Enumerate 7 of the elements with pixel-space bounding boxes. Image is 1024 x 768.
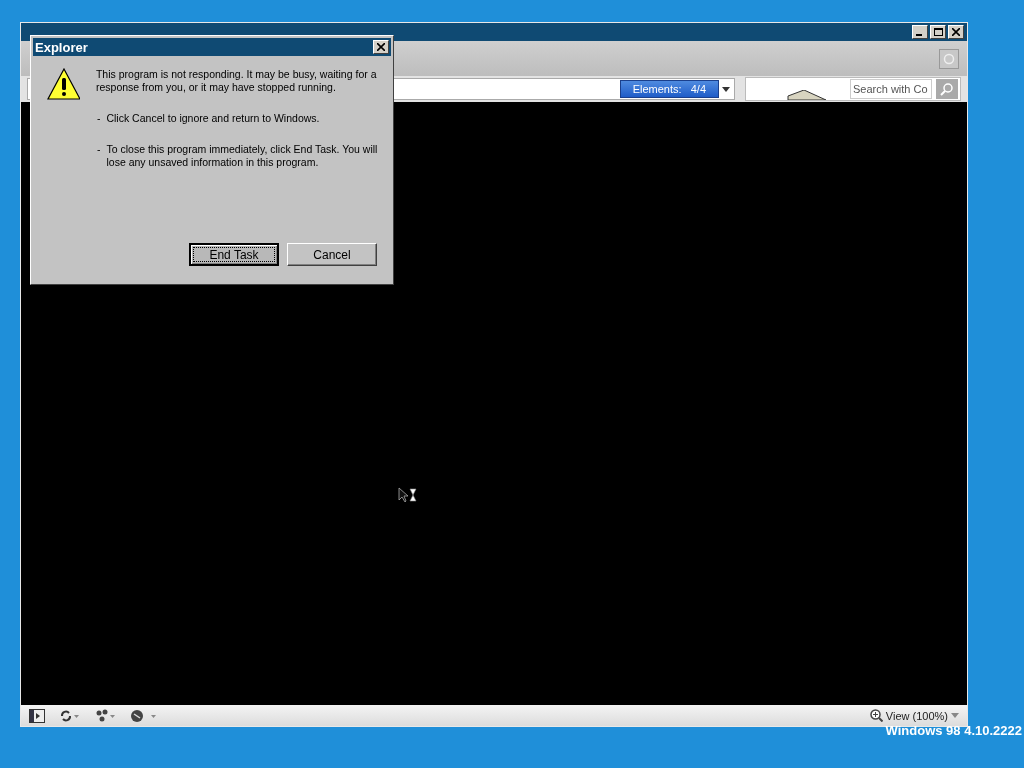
bullet-dash: - xyxy=(96,112,101,125)
instruction-text: To close this program immediately, click End Task. You will lose any unsaved information in this program. xyxy=(106,143,379,169)
message-text: This program is not responding. It may be busy, waiting for a response from you, or it may have stopped running. xyxy=(95,68,378,94)
bullet-dash: - xyxy=(96,143,101,157)
instruction-text: Click Cancel to ignore and return to Windows. xyxy=(106,112,320,125)
dialog-title: Explorer xyxy=(35,39,88,55)
version-text: Windows 98 4.10.2222 xyxy=(885,723,1022,738)
